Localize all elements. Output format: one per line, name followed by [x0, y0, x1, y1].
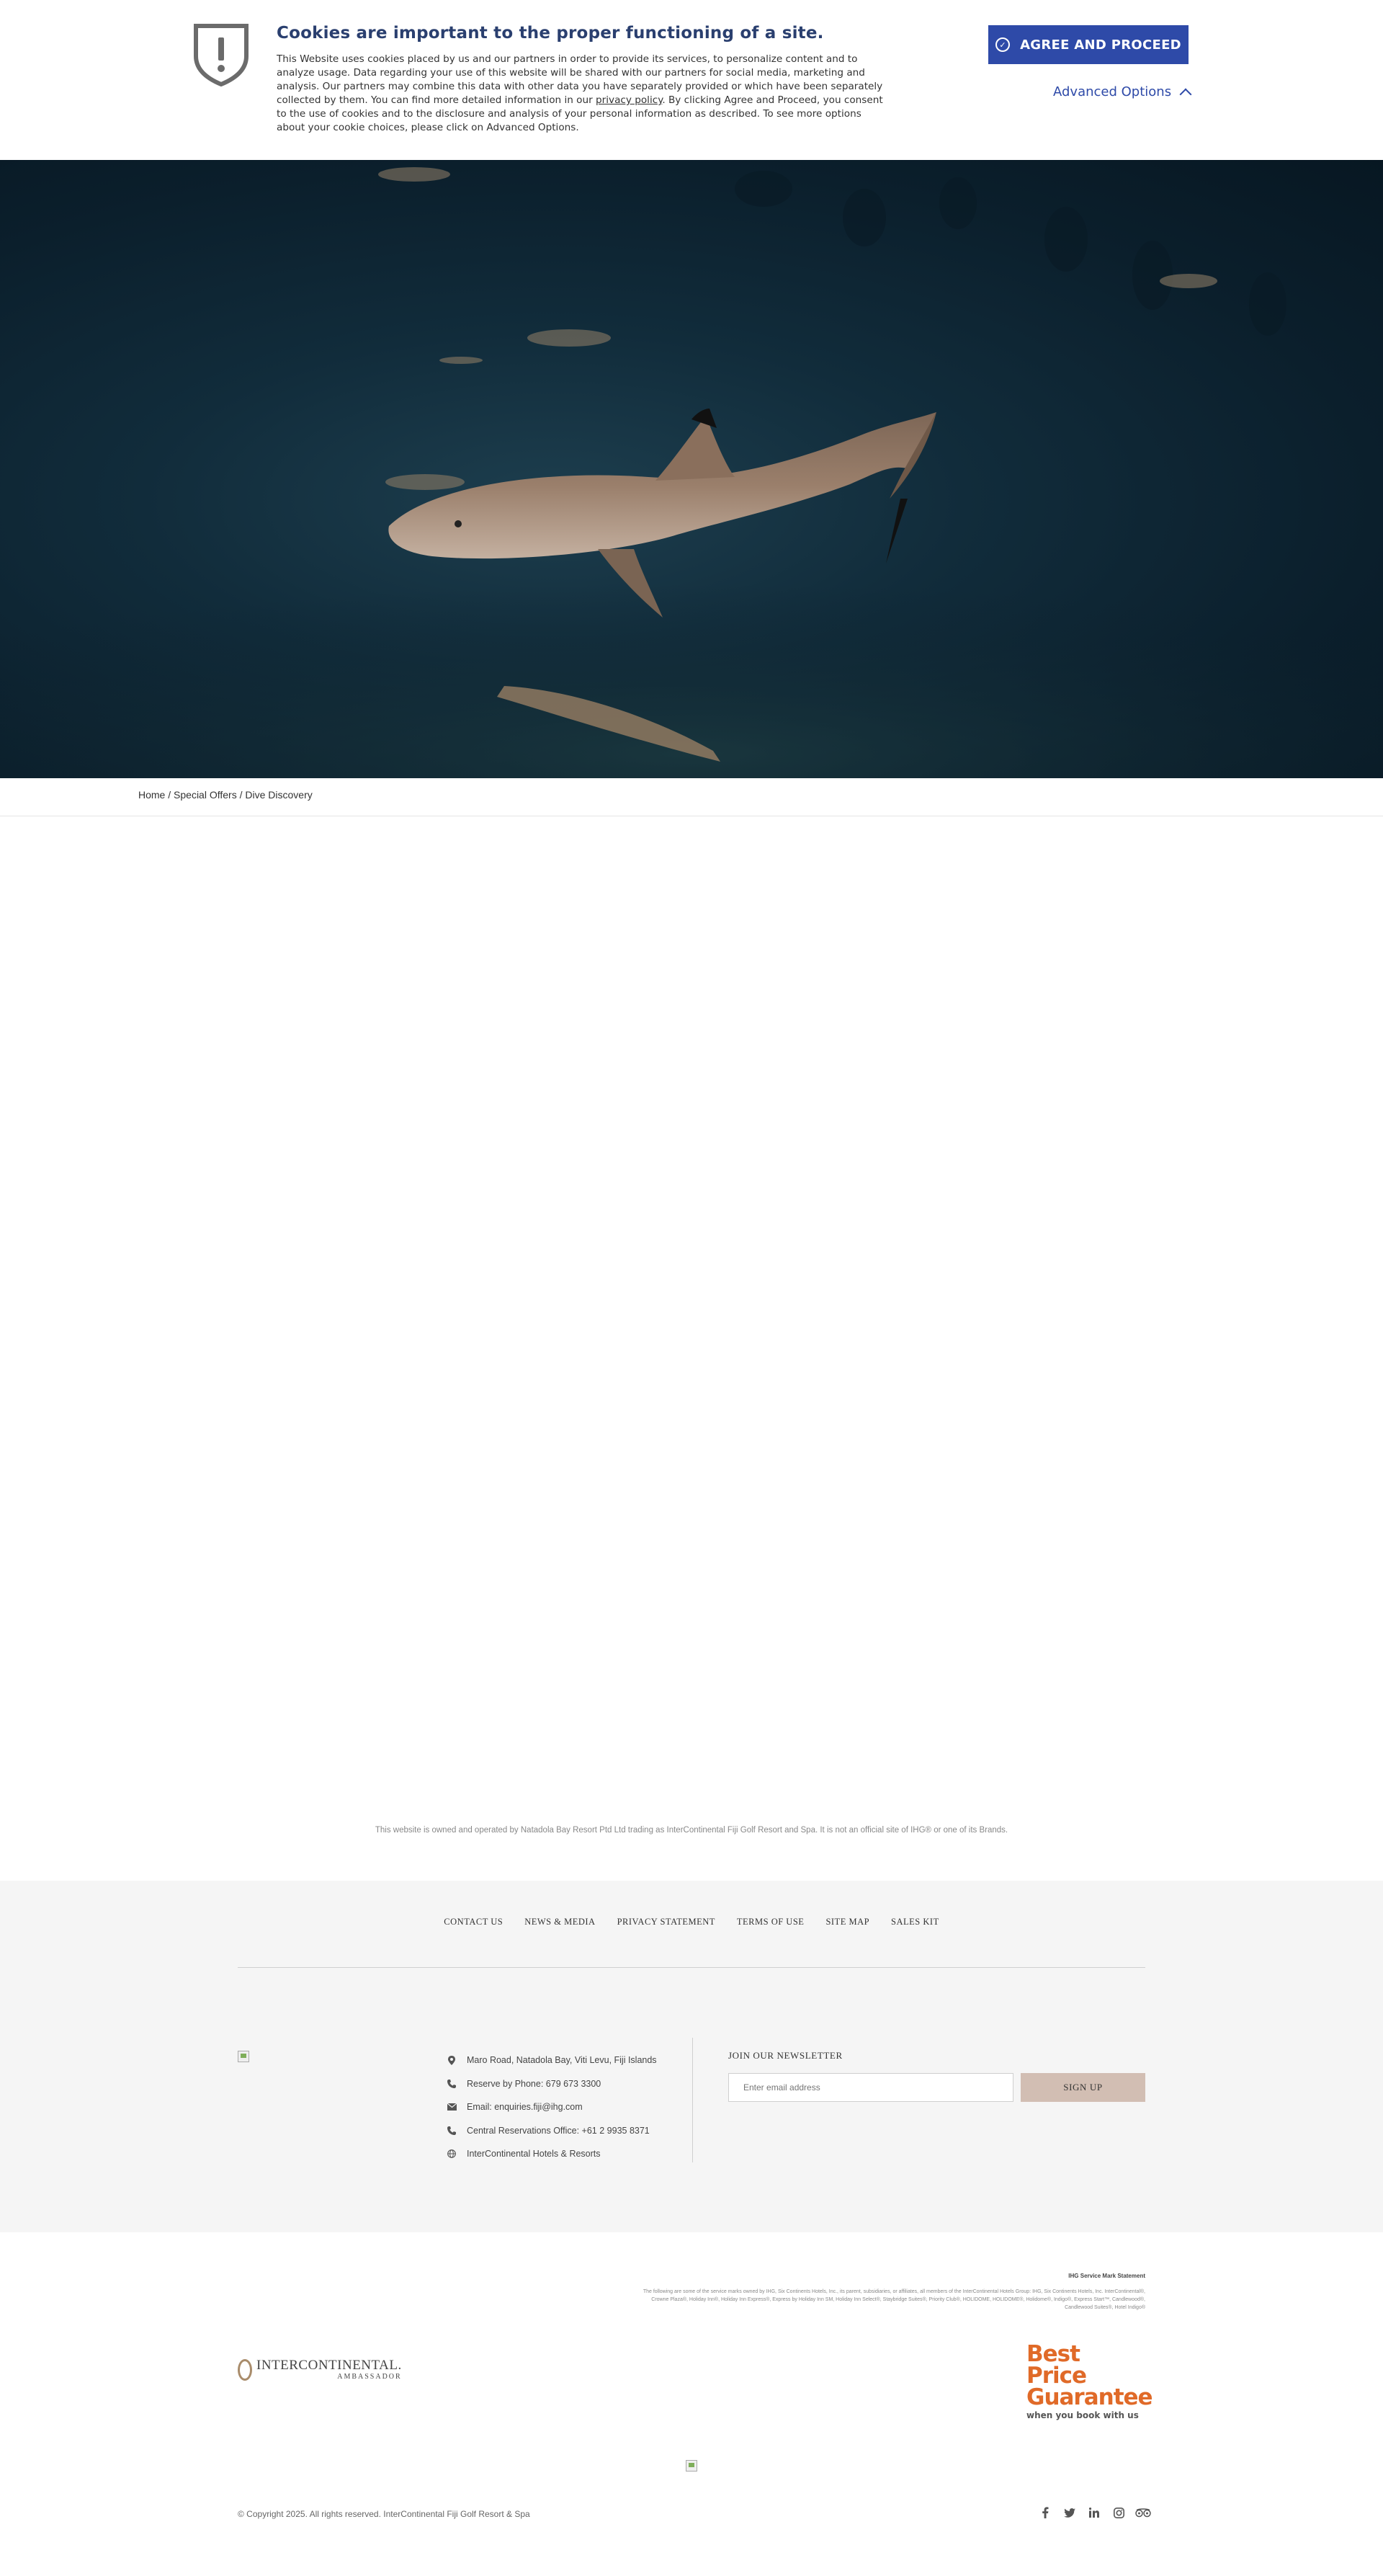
- newsletter-signup-button[interactable]: SIGN UP: [1021, 2073, 1145, 2102]
- tripadvisor-icon[interactable]: [1135, 2505, 1151, 2520]
- breadcrumb: Home / Special Offers / Dive Discovery: [138, 789, 313, 801]
- contact-list: Maro Road, Natadola Bay, Viti Levu, Fiji…: [447, 2049, 657, 2166]
- page: Cookies are important to the proper func…: [0, 0, 1383, 2576]
- cookie-title: Cookies are important to the proper func…: [277, 24, 824, 43]
- advanced-options-toggle[interactable]: Advanced Options: [1053, 84, 1192, 101]
- best-price-line1: Best Price: [1026, 2341, 1087, 2389]
- contact-address-text: Maro Road, Natadola Bay, Viti Levu, Fiji…: [467, 2055, 657, 2066]
- logo-sub: AMBASSADOR: [337, 2373, 402, 2381]
- breadcrumb-current: Dive Discovery: [245, 789, 313, 801]
- check-circle-icon: ✓: [995, 37, 1011, 52]
- best-price-line2: Guarantee: [1026, 2384, 1153, 2410]
- envelope-icon: [447, 2102, 457, 2112]
- service-mark-statement: IHG Service Mark Statement The following…: [641, 2273, 1145, 2312]
- advanced-options-label: Advanced Options: [1053, 84, 1172, 99]
- intercontinental-ambassador-logo[interactable]: INTERCONTINENTAL. AMBASSADOR: [238, 2358, 402, 2381]
- cookie-text: This Website uses cookies placed by us a…: [277, 53, 889, 135]
- footer: [0, 1881, 1383, 2232]
- best-price-sub: when you book with us: [1026, 2410, 1139, 2420]
- footer-link-contact-us[interactable]: CONTACT US: [444, 1917, 503, 1927]
- linkedin-icon[interactable]: [1086, 2505, 1102, 2520]
- newsletter-email-input[interactable]: [728, 2073, 1013, 2102]
- contact-address: Maro Road, Natadola Bay, Viti Levu, Fiji…: [447, 2049, 657, 2072]
- contact-phone-text: Reserve by Phone: 679 673 3300: [467, 2078, 601, 2089]
- footer-vertical-divider: [692, 2038, 693, 2162]
- agree-label: AGREE AND PROCEED: [1020, 37, 1181, 53]
- footer-link-privacy-statement[interactable]: PRIVACY STATEMENT: [617, 1917, 715, 1927]
- best-price-guarantee-badge[interactable]: Best Price Guarantee when you book with …: [1026, 2341, 1153, 2421]
- contact-email-text: Email: enquiries.fiji@ihg.com: [467, 2102, 583, 2113]
- contact-central-reservations-text: Central Reservations Office: +61 2 9935 …: [467, 2125, 650, 2136]
- footer-divider: [238, 1967, 1145, 1968]
- newsletter-title: JOIN OUR NEWSLETTER: [728, 2050, 843, 2061]
- logo-name: INTERCONTINENTAL.: [256, 2358, 402, 2373]
- service-mark-body: The following are some of the service ma…: [643, 2289, 1145, 2310]
- chevron-up-icon: [1179, 88, 1192, 101]
- contact-phone[interactable]: Reserve by Phone: 679 673 3300: [447, 2072, 657, 2096]
- breadcrumb-special-offers[interactable]: Special Offers: [174, 789, 237, 801]
- footer-logo-image: [238, 2051, 249, 2062]
- underwater-shark-scene: [0, 167, 1383, 778]
- footer-link-terms-of-use[interactable]: TERMS OF USE: [737, 1917, 805, 1927]
- shield-warning-icon: [194, 24, 249, 86]
- footer-partner-image: [686, 2460, 697, 2472]
- footer-link-site-map[interactable]: SITE MAP: [825, 1917, 869, 1927]
- social-links: [1037, 2505, 1151, 2520]
- location-pin-icon: [447, 2055, 457, 2065]
- service-mark-title: IHG Service Mark Statement: [1068, 2273, 1145, 2279]
- breadcrumb-home[interactable]: Home: [138, 789, 165, 801]
- contact-website[interactable]: InterContinental Hotels & Resorts: [447, 2142, 657, 2166]
- agree-and-proceed-button[interactable]: ✓ AGREE AND PROCEED: [988, 25, 1189, 64]
- facebook-icon[interactable]: [1037, 2505, 1053, 2520]
- contact-website-text: InterContinental Hotels & Resorts: [467, 2149, 601, 2160]
- footer-link-news-media[interactable]: NEWS & MEDIA: [524, 1917, 595, 1927]
- twitter-icon[interactable]: [1062, 2505, 1078, 2520]
- globe-icon: [447, 2149, 457, 2159]
- instagram-icon[interactable]: [1111, 2505, 1127, 2520]
- copyright: © Copyright 2025. All rights reserved. I…: [238, 2509, 530, 2519]
- contact-email[interactable]: Email: enquiries.fiji@ihg.com: [447, 2095, 657, 2119]
- owner-note: This website is owned and operated by Na…: [375, 1826, 1008, 1835]
- contact-central-reservations[interactable]: Central Reservations Office: +61 2 9935 …: [447, 2119, 657, 2143]
- phone-icon: [447, 2126, 457, 2136]
- footer-link-sales-kit[interactable]: SALES KIT: [891, 1917, 939, 1927]
- breadcrumb-separator: /: [168, 789, 174, 801]
- hero-image: [0, 160, 1383, 778]
- privacy-policy-link[interactable]: privacy policy: [596, 94, 662, 106]
- intercontinental-logo-mark: [238, 2358, 252, 2381]
- cookie-banner: Cookies are important to the proper func…: [0, 0, 1383, 160]
- phone-icon: [447, 2079, 457, 2089]
- footer-nav: CONTACT US NEWS & MEDIA PRIVACY STATEMEN…: [0, 1917, 1383, 1927]
